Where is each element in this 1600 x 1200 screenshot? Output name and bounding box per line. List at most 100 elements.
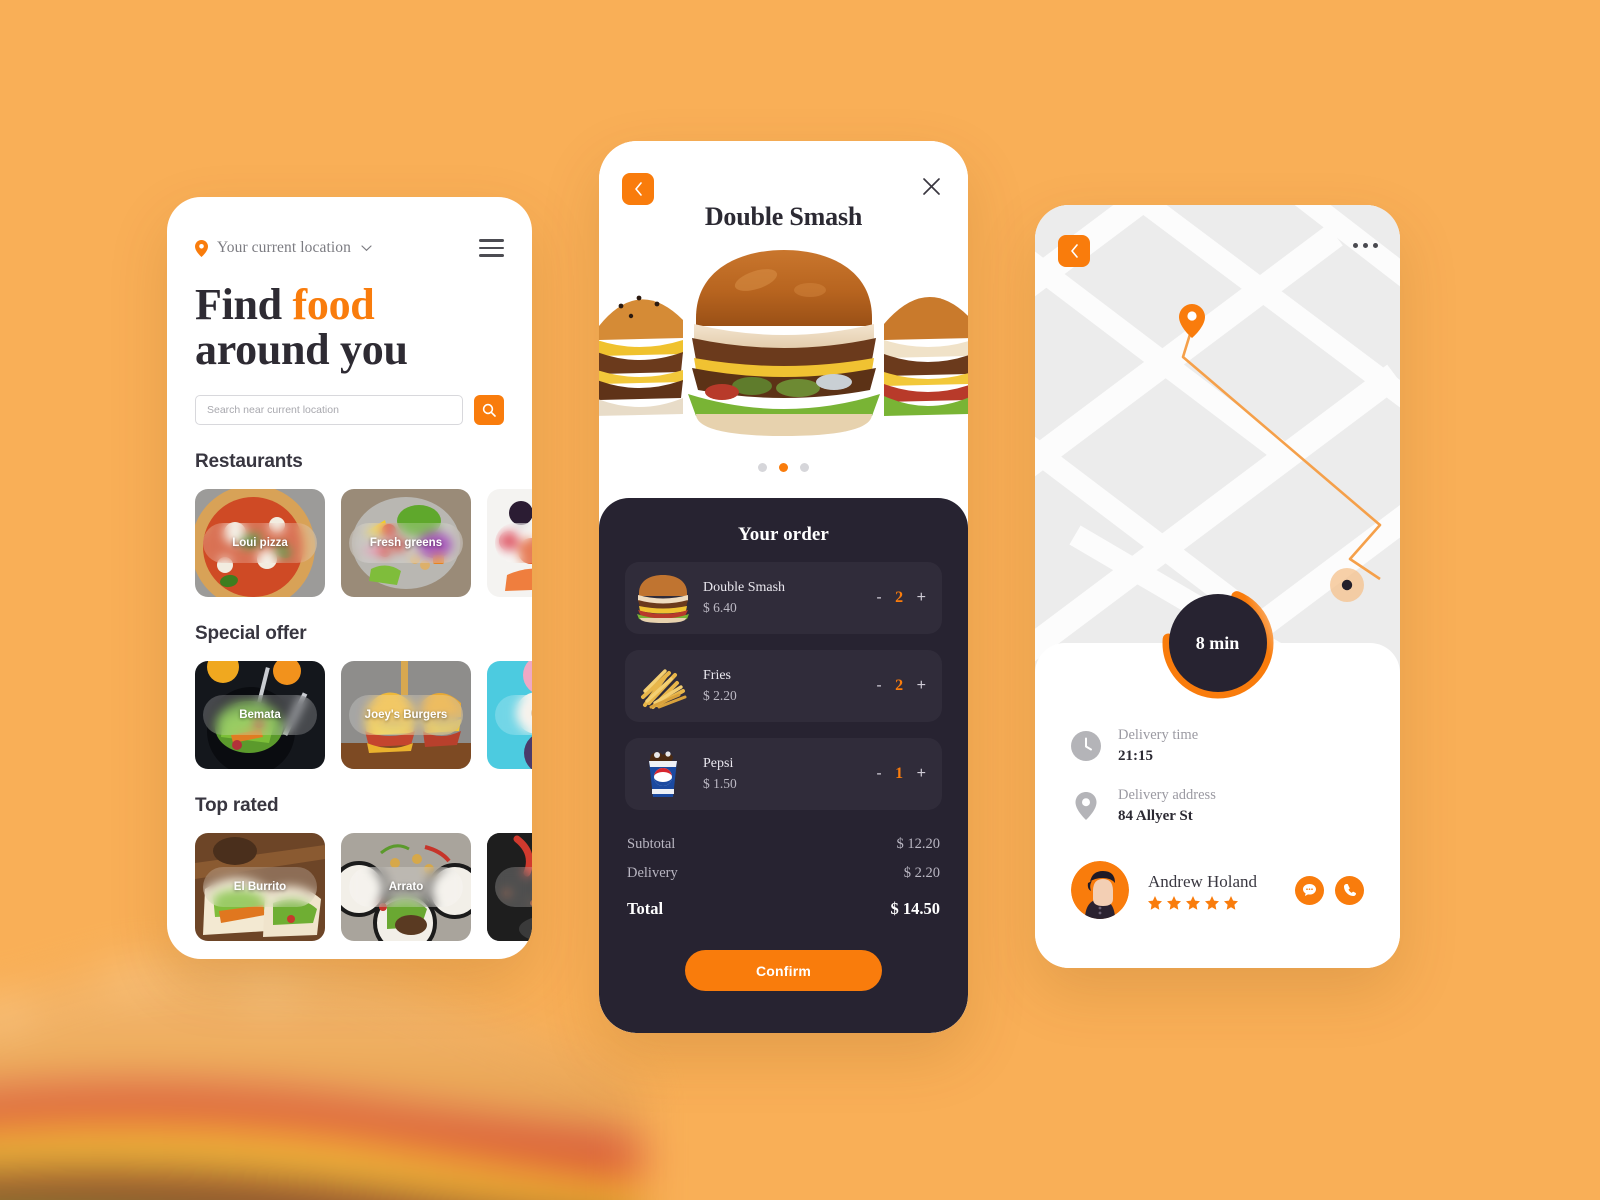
card-label-backdrop: [494, 866, 532, 907]
product-hero-area: Double Smash: [599, 141, 968, 498]
quantity-value: 1: [895, 765, 904, 782]
search-input[interactable]: [195, 394, 463, 425]
delivery-time-texts: Delivery time 21:15: [1118, 725, 1198, 767]
order-item-name: Fries: [703, 668, 731, 684]
order-item-info: Pepsi $ 1.50: [691, 753, 876, 794]
total-row: Total $ 14.50: [625, 888, 942, 925]
order-item-info: Fries $ 2.20: [691, 665, 876, 706]
carousel-prev-image[interactable]: [599, 270, 683, 420]
delivery-address-label: Delivery address: [1118, 787, 1216, 804]
courier-avatar-icon: [1071, 861, 1129, 920]
carousel-next-image[interactable]: [884, 270, 968, 420]
subtotal-row: Subtotal $ 12.20: [625, 830, 942, 859]
decrease-quantity-button[interactable]: -: [876, 678, 881, 694]
headline-accent-word: food: [292, 280, 375, 329]
chat-bubble-icon: [1303, 884, 1316, 897]
order-item-info: Double Smash $ 6.40: [691, 577, 876, 618]
product-title: Double Smash: [704, 202, 863, 231]
food-card[interactable]: Loui pizza: [195, 488, 325, 597]
quantity-value: 2: [895, 677, 904, 694]
star-icon: [1148, 896, 1162, 911]
hamburger-menu-icon[interactable]: [479, 239, 504, 257]
quantity-stepper[interactable]: - 2 +: [876, 589, 926, 607]
food-card-label: Loui pizza: [232, 536, 288, 549]
delivery-address-value: 84 Allyer St: [1118, 808, 1193, 825]
courier-row: Andrew Holand: [1069, 827, 1366, 920]
food-card[interactable]: [487, 488, 532, 597]
fries-thumb-icon: [635, 661, 691, 711]
more-horizontal-icon[interactable]: [1353, 243, 1378, 248]
food-card-label: Arrato: [388, 880, 424, 893]
order-item-row: Double Smash $ 6.40 - 2 +: [625, 562, 942, 634]
card-label-backdrop: [494, 522, 532, 563]
delivery-row: Delivery $ 2.20: [625, 859, 942, 888]
courier-name: Andrew Holand: [1148, 871, 1258, 891]
delivery-label: Delivery: [627, 865, 678, 881]
card-row-special-offer[interactable]: Bemata Joey's Burgers: [167, 645, 532, 769]
food-card-label: Bemata: [239, 708, 281, 721]
food-card[interactable]: Joey's Burgers: [341, 660, 471, 769]
carousel-dot[interactable]: [758, 463, 767, 472]
courier-info: Andrew Holand: [1148, 870, 1276, 911]
page-title: Find food around you: [167, 257, 532, 373]
search-bar: [167, 373, 532, 425]
back-button[interactable]: [1058, 235, 1090, 267]
search-icon: [482, 403, 496, 417]
delivery-time-label: Delivery time: [1118, 727, 1199, 743]
total-label: Total: [627, 899, 664, 918]
close-icon: [922, 177, 940, 195]
order-panel: Your order Double Smash $ 6.40 - 2 + Fri…: [599, 498, 968, 1033]
call-button[interactable]: [1335, 875, 1364, 905]
back-button[interactable]: [622, 173, 654, 205]
food-card[interactable]: Arrato: [341, 832, 471, 941]
food-card-label: Fresh greens: [369, 536, 443, 549]
order-panel-title: Your order: [738, 524, 829, 545]
carousel-dot-active[interactable]: [779, 463, 788, 472]
food-card[interactable]: Bemata: [195, 660, 325, 769]
map-pin-icon: [1075, 792, 1097, 821]
close-button[interactable]: [916, 171, 946, 201]
decrease-quantity-button[interactable]: -: [876, 766, 881, 782]
tracking-details-sheet: 8 min Delivery time 21:15 Delivery addre…: [1035, 587, 1400, 968]
order-item-price: $ 1.50: [703, 776, 737, 792]
burger-thumb-icon: [635, 573, 691, 623]
increase-quantity-button[interactable]: +: [917, 678, 926, 694]
section-title-restaurants: Restaurants: [195, 450, 303, 472]
card-row-top-rated[interactable]: El Burrito Arrato: [167, 817, 532, 941]
location-label: Your current location: [217, 239, 351, 256]
star-icon: [1186, 896, 1200, 911]
subtotal-value: $ 12.20: [896, 836, 941, 852]
quantity-stepper[interactable]: - 1 +: [876, 765, 926, 783]
clock-icon: [1071, 731, 1101, 761]
headline-line2: around you: [195, 324, 408, 374]
card-row-restaurants[interactable]: Loui pizza Fresh greens: [167, 473, 532, 597]
home-screen-phone: Your current location Find food around y…: [167, 197, 532, 959]
section-title-top-rated: Top rated: [195, 794, 279, 816]
chat-button[interactable]: [1295, 875, 1324, 905]
carousel-dot[interactable]: [800, 463, 809, 472]
order-item-row: Pepsi $ 1.50 - 1 +: [625, 738, 942, 810]
section-title-special-offer: Special offer: [195, 622, 307, 644]
product-carousel[interactable]: [599, 246, 968, 436]
product-order-phone: Double Smash Your order Double Smash $ 6…: [599, 141, 968, 1033]
star-icon: [1224, 896, 1238, 911]
increase-quantity-button[interactable]: +: [917, 766, 926, 782]
phone-icon: [1343, 884, 1356, 897]
location-selector[interactable]: Your current location: [195, 239, 372, 257]
food-card[interactable]: [487, 832, 532, 941]
search-button[interactable]: [474, 394, 504, 425]
eta-value: 8 min: [1168, 594, 1267, 692]
star-icon: [1167, 896, 1181, 911]
carousel-dots[interactable]: [599, 463, 968, 472]
food-card[interactable]: Fresh greens: [341, 488, 471, 597]
food-card[interactable]: [487, 660, 532, 769]
quantity-stepper[interactable]: - 2 +: [876, 677, 926, 695]
decrease-quantity-button[interactable]: -: [876, 590, 881, 606]
food-card[interactable]: El Burrito: [195, 832, 325, 941]
food-card-label: El Burrito: [233, 880, 287, 893]
delivery-address-row: Delivery address 84 Allyer St: [1069, 767, 1366, 827]
increase-quantity-button[interactable]: +: [917, 590, 926, 606]
avatar[interactable]: [1071, 861, 1129, 920]
location-bar: Your current location: [167, 197, 532, 257]
confirm-button[interactable]: Confirm: [685, 950, 882, 991]
